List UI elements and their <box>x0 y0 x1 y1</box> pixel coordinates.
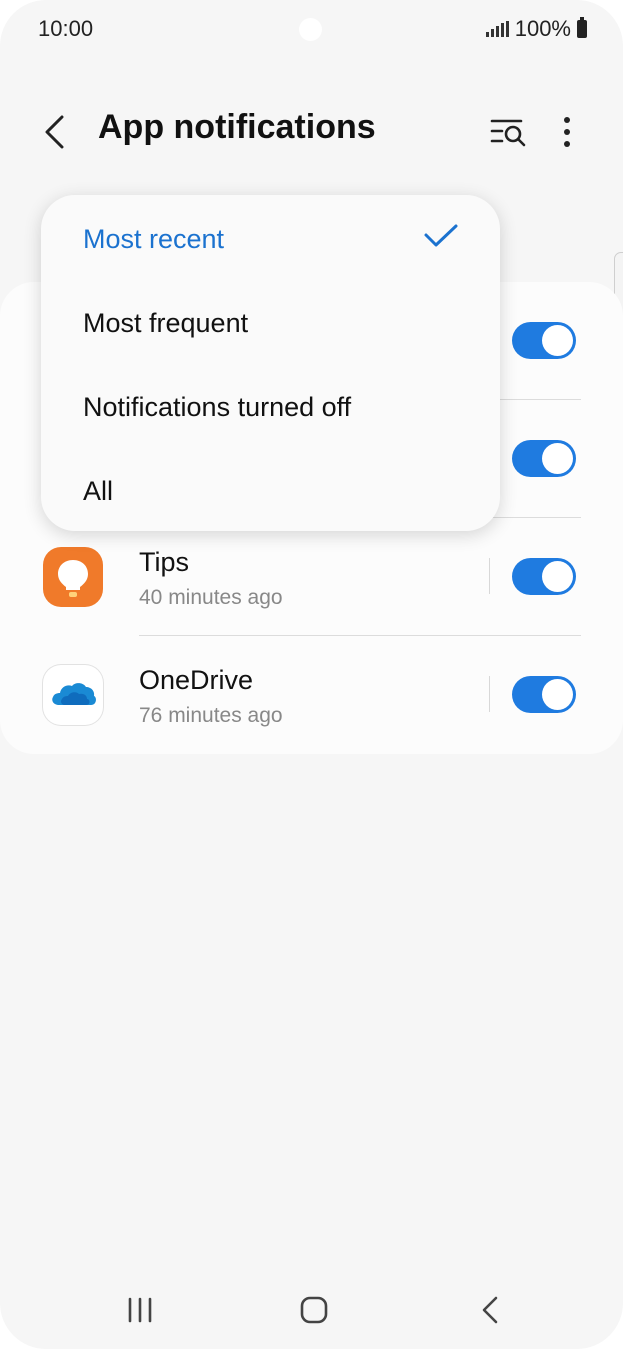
app-name: Tips <box>139 547 190 577</box>
home-button[interactable] <box>294 1290 334 1330</box>
tips-lightbulb-icon <box>43 547 103 607</box>
toggle-knob <box>542 443 573 474</box>
recents-icon <box>128 1297 152 1323</box>
app-row-tips[interactable]: Tips 40 minutes ago <box>0 518 623 636</box>
more-vertical-icon <box>564 117 570 147</box>
toggle-knob <box>542 679 573 710</box>
chevron-left-icon <box>45 115 64 149</box>
vertical-divider <box>489 558 490 594</box>
menu-item-most-recent[interactable]: Most recent <box>83 197 463 281</box>
checkmark-icon <box>424 224 458 247</box>
list-search-icon <box>490 119 526 147</box>
toggle-knob <box>542 325 573 356</box>
back-button[interactable] <box>30 110 78 154</box>
battery-percent: 100% <box>514 16 571 41</box>
sort-dropdown-menu: Most recent Most frequent Notifications … <box>41 195 500 531</box>
onedrive-notification-toggle[interactable] <box>512 676 576 713</box>
search-filter-button[interactable] <box>484 110 534 154</box>
phone-screen: 10:00 100% App notifications Tips 40 min… <box>0 0 623 1349</box>
app-last-notified: 76 minutes ago <box>139 704 283 727</box>
battery-icon <box>577 17 587 38</box>
more-options-button[interactable] <box>545 110 589 154</box>
app-last-notified: 40 minutes ago <box>139 586 283 609</box>
toggle-knob <box>542 561 573 592</box>
back-arrow-icon <box>482 1296 498 1324</box>
status-time: 10:00 <box>38 16 94 41</box>
menu-item-all[interactable]: All <box>83 449 463 533</box>
app-row-onedrive[interactable]: OneDrive 76 minutes ago <box>0 636 623 754</box>
front-camera <box>299 18 322 41</box>
signal-icon <box>485 21 509 37</box>
status-icons: 100% <box>485 16 587 42</box>
tips-notification-toggle[interactable] <box>512 558 576 595</box>
onedrive-cloud-icon <box>43 665 103 725</box>
notification-toggle[interactable] <box>512 440 576 477</box>
app-name: OneDrive <box>139 665 254 695</box>
recent-apps-button[interactable] <box>120 1290 160 1330</box>
vertical-divider <box>489 676 490 712</box>
page-title: App notifications <box>98 108 376 146</box>
nav-back-button[interactable] <box>470 1290 510 1330</box>
notification-toggle[interactable] <box>512 322 576 359</box>
menu-item-most-frequent[interactable]: Most frequent <box>83 281 463 365</box>
home-icon <box>300 1296 328 1324</box>
menu-item-notifications-turned-off[interactable]: Notifications turned off <box>83 365 463 449</box>
